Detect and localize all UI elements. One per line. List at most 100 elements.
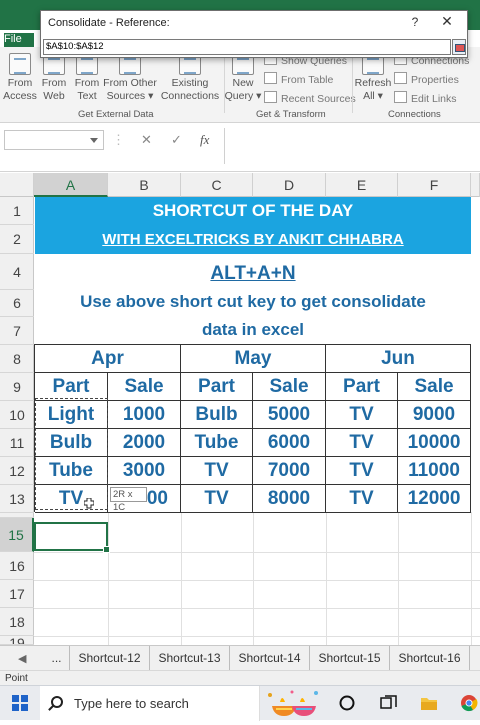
taskbar-search-box[interactable]: Type here to search [40,686,260,721]
table-cell[interactable]: 1000 [108,401,181,429]
header-part[interactable]: Part [326,373,398,401]
row-header-11[interactable]: 11 [0,429,34,457]
table-cell[interactable]: Tube [181,429,253,457]
month-header-jun[interactable]: Jun [326,345,471,373]
banner-subtitle-text: WITH EXCELTRICKS BY ANKIT CHHABRA [102,231,404,248]
sheet-tab-shortcut-15[interactable]: Shortcut-15 [310,646,390,670]
row-header-6[interactable]: 6 [0,290,34,317]
cancel-icon[interactable]: ✕ [141,132,152,148]
enter-icon[interactable]: ✓ [171,132,182,148]
row-header-9[interactable]: 9 [0,373,34,401]
refresh-all-button[interactable]: Refresh All ▾ [354,53,392,103]
header-sale[interactable]: Sale [253,373,326,401]
table-cell[interactable]: TV [181,457,253,485]
prev-sheet-icon[interactable]: ◀ [18,652,26,665]
search-icon [51,696,63,708]
table-cell[interactable]: 2000 [108,429,181,457]
header-part[interactable]: Part [35,373,108,401]
sheet-tab-shortcut-14[interactable]: Shortcut-14 [230,646,310,670]
row-header-1[interactable]: 1 [0,197,34,225]
group-label-get-external-data: Get External Data [78,109,154,120]
row-headers: 1 2 4 6 7 8 9 10 11 12 13 15 16 17 18 19 [0,197,34,645]
close-icon[interactable]: ✕ [439,13,455,30]
table-cell[interactable]: 11000 [398,457,471,485]
sheet-tab-shortcut-16[interactable]: Shortcut-16 [390,646,470,670]
table-cell[interactable]: TV [326,457,398,485]
table-cell[interactable]: TV [326,401,398,429]
column-header-g[interactable] [471,173,480,197]
table-cell[interactable]: TV [326,429,398,457]
row-header-12[interactable]: 12 [0,457,34,485]
help-icon[interactable]: ? [407,15,423,29]
insert-function-icon[interactable]: fx [200,132,209,148]
column-header-b[interactable]: B [108,173,181,197]
sheet-tab-shortcut-12[interactable]: Shortcut-12 [70,646,150,670]
cell-cursor-icon [83,497,95,509]
table-cell[interactable]: 3000 [108,457,181,485]
from-text-button[interactable]: From Text [71,53,103,103]
diwali-diya-icon[interactable] [262,688,324,720]
active-cell-a15[interactable] [34,522,110,553]
row-header-19[interactable]: 19 [0,636,34,645]
description-line-2: data in excel [201,320,305,339]
chrome-icon[interactable] [460,694,478,712]
name-box[interactable] [4,130,104,150]
cortana-icon[interactable] [338,694,356,712]
from-web-button[interactable]: From Web [38,53,70,103]
header-sale[interactable]: Sale [398,373,471,401]
row-header-15[interactable]: 15 [0,518,34,552]
header-part[interactable]: Part [181,373,253,401]
formula-bar-grip: ⋮ [112,132,125,147]
month-header-may[interactable]: May [181,345,326,373]
column-header-d[interactable]: D [253,173,326,197]
windows-taskbar: Type here to search [0,685,480,721]
more-sheets-button[interactable]: ... [44,646,70,670]
table-cell[interactable]: Bulb [181,401,253,429]
task-view-icon[interactable] [380,694,398,712]
edit-links-button[interactable]: Edit Links [394,91,457,105]
gridline [253,512,254,645]
reference-input[interactable]: $A$10:$A$12 [43,39,451,55]
row-header-4[interactable]: 4 [0,254,34,290]
new-query-button[interactable]: New Query ▾ [224,53,262,103]
row-header-17[interactable]: 17 [0,580,34,608]
row-header-18[interactable]: 18 [0,608,34,636]
header-sale[interactable]: Sale [108,373,181,401]
column-header-a[interactable]: A [34,173,108,197]
file-explorer-icon[interactable] [420,694,438,712]
column-header-e[interactable]: E [326,173,398,197]
column-header-f[interactable]: F [398,173,471,197]
table-cell[interactable]: 12000 [398,485,471,513]
from-access-button[interactable]: From Access [2,53,38,103]
properties-button[interactable]: Properties [394,72,459,86]
table-cell[interactable]: 5000 [253,401,326,429]
table-cell[interactable]: 10000 [398,429,471,457]
table-cell[interactable]: 9000 [398,401,471,429]
from-other-sources-button[interactable]: From Other Sources ▾ [102,53,158,103]
row-header-13[interactable]: 13 [0,485,34,513]
month-header-apr[interactable]: Apr [35,345,181,373]
expand-dialog-icon[interactable] [452,39,466,55]
file-tab[interactable]: File [4,33,34,47]
sheet-tab-shortcut-13[interactable]: Shortcut-13 [150,646,230,670]
row-header-2[interactable]: 2 [0,225,34,254]
gridline [34,608,480,609]
table-cell[interactable]: TV [326,485,398,513]
row-header-7[interactable]: 7 [0,317,34,345]
column-header-c[interactable]: C [181,173,253,197]
table-cell[interactable]: 7000 [253,457,326,485]
windows-start-icon[interactable] [12,695,28,711]
formula-input[interactable] [224,128,480,164]
table-cell[interactable]: 6000 [253,429,326,457]
row-header-16[interactable]: 16 [0,552,34,580]
select-all-corner[interactable] [0,173,34,197]
table-cell[interactable]: TV [181,485,253,513]
recent-sources-button[interactable]: Recent Sources [264,91,356,105]
row-header-8[interactable]: 8 [0,345,34,373]
from-table-button[interactable]: From Table [264,72,333,86]
existing-connections-button[interactable]: Existing Connections [160,53,220,103]
gridline [471,512,472,645]
group-label-get-transform: Get & Transform [256,109,326,120]
row-header-10[interactable]: 10 [0,401,34,429]
table-cell[interactable]: 8000 [253,485,326,513]
